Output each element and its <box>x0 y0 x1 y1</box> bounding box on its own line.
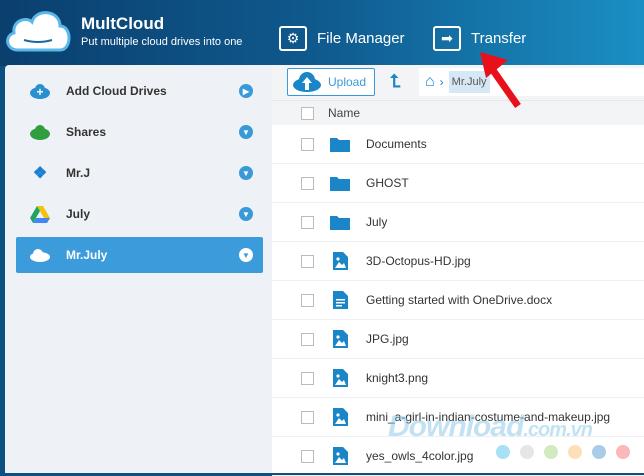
column-name[interactable]: Name <box>328 106 360 120</box>
sidebar-item-label: Mr.J <box>66 166 91 180</box>
parent-folder-icon[interactable]: ⮤ <box>390 71 401 92</box>
chevron-down-icon[interactable]: ▼ <box>239 166 253 180</box>
nav-file-manager[interactable]: ⚙ File Manager <box>279 26 405 51</box>
watermark-dot <box>520 445 534 459</box>
folder-icon <box>330 135 350 153</box>
add-cloud-icon: + <box>28 82 52 100</box>
file-row[interactable]: Getting started with OneDrive.docx <box>272 281 644 320</box>
arrow-right-icon: ➡ <box>433 26 461 51</box>
sidebar-item-label: Mr.July <box>66 248 108 262</box>
gear-icon: ⚙ <box>279 26 307 51</box>
file-row[interactable]: Documents <box>272 125 644 164</box>
tagline: Put multiple cloud drives into one <box>81 36 243 48</box>
file-name[interactable]: yes_owls_4color.jpg <box>366 449 473 463</box>
dropbox-icon: ❖ <box>32 165 48 182</box>
file-name[interactable]: knight3.png <box>366 371 428 385</box>
breadcrumb: ⌂ › Mr.July <box>419 68 644 96</box>
file-panel: Upload ⮤ ⌂ › Mr.July Name Documents GHOST Ju… <box>272 65 644 476</box>
sidebar-item-shares[interactable]: Shares ▼ <box>16 114 263 150</box>
image-file-icon <box>330 447 350 465</box>
file-name[interactable]: mini_a-girl-in-indian-costume-and-makeup… <box>366 410 610 424</box>
row-checkbox[interactable] <box>301 215 314 229</box>
sidebar-item-mr-july[interactable]: Mr.July ▼ <box>16 237 263 273</box>
row-checkbox[interactable] <box>301 254 314 268</box>
chevron-right-icon[interactable]: ▶ <box>239 84 253 98</box>
chevron-down-icon[interactable]: ▼ <box>239 207 253 221</box>
document-icon <box>330 291 350 309</box>
app-header: MultCloud Put multiple cloud drives into… <box>0 0 644 66</box>
column-header: Name <box>272 100 644 125</box>
sidebar-item-add-cloud-drives[interactable]: + Add Cloud Drives ▶ <box>16 73 263 109</box>
file-name[interactable]: July <box>366 215 387 229</box>
onedrive-icon <box>28 246 52 264</box>
file-name[interactable]: JPG.jpg <box>366 332 409 346</box>
select-all-checkbox[interactable] <box>301 106 314 120</box>
row-checkbox[interactable] <box>301 293 314 307</box>
row-checkbox[interactable] <box>301 332 314 346</box>
sidebar-item-label: Shares <box>66 125 107 139</box>
brand-name: MultCloud <box>81 14 165 33</box>
sidebar-item-mr-j[interactable]: ❖ Mr.J ▼ <box>16 155 263 191</box>
folder-icon <box>330 213 350 231</box>
upload-label: Upload <box>328 75 367 89</box>
watermark-dot <box>496 445 510 459</box>
file-list: Documents GHOST July 3D-Octopus-HD.jpg Getti… <box>272 125 644 476</box>
image-file-icon <box>330 252 350 270</box>
file-row[interactable]: mini_a-girl-in-indian-costume-and-makeup… <box>272 398 644 437</box>
row-checkbox[interactable] <box>301 449 314 463</box>
nav-transfer[interactable]: ➡ Transfer <box>433 26 526 51</box>
sidebar: + Add Cloud Drives ▶ Shares ▼ ❖ Mr.J ▼ July ▼ … <box>5 65 272 473</box>
sidebar-item-label: Add Cloud Drives <box>66 84 167 98</box>
multcloud-logo-icon <box>6 11 71 52</box>
upload-cloud-icon <box>293 72 321 92</box>
image-file-icon <box>330 408 350 426</box>
row-checkbox[interactable] <box>301 137 314 151</box>
image-file-icon <box>330 330 350 348</box>
file-row[interactable]: 3D-Octopus-HD.jpg <box>272 242 644 281</box>
file-row[interactable]: knight3.png <box>272 359 644 398</box>
file-name[interactable]: Documents <box>366 137 427 151</box>
file-name[interactable]: 3D-Octopus-HD.jpg <box>366 254 471 268</box>
sidebar-item-label: July <box>66 207 91 221</box>
sidebar-item-july[interactable]: July ▼ <box>16 196 263 232</box>
breadcrumb-current[interactable]: Mr.July <box>448 71 490 93</box>
share-icon <box>28 123 52 141</box>
file-name[interactable]: GHOST <box>366 176 409 190</box>
file-row[interactable]: GHOST <box>272 164 644 203</box>
image-file-icon <box>330 369 350 387</box>
file-row[interactable]: July <box>272 203 644 242</box>
chevron-right-icon: › <box>439 75 444 89</box>
chevron-down-icon[interactable]: ▼ <box>239 248 253 262</box>
home-icon[interactable]: ⌂ <box>425 73 435 91</box>
watermark-dot <box>544 445 558 459</box>
toolbar: Upload ⮤ ⌂ › Mr.July <box>272 65 644 100</box>
nav-label: Transfer <box>471 30 527 47</box>
row-checkbox[interactable] <box>301 176 314 190</box>
file-row[interactable]: JPG.jpg <box>272 320 644 359</box>
row-checkbox[interactable] <box>301 371 314 385</box>
watermark-dot <box>616 445 630 459</box>
nav-label: File Manager <box>317 30 405 47</box>
upload-button[interactable]: Upload <box>287 68 375 96</box>
chevron-down-icon[interactable]: ▼ <box>239 125 253 139</box>
watermark-dot <box>568 445 582 459</box>
file-name[interactable]: Getting started with OneDrive.docx <box>366 293 552 307</box>
folder-icon <box>330 174 350 192</box>
google-drive-icon <box>28 205 52 223</box>
watermark-dots <box>496 445 630 459</box>
watermark-dot <box>592 445 606 459</box>
row-checkbox[interactable] <box>301 410 314 424</box>
svg-text:+: + <box>36 85 43 99</box>
